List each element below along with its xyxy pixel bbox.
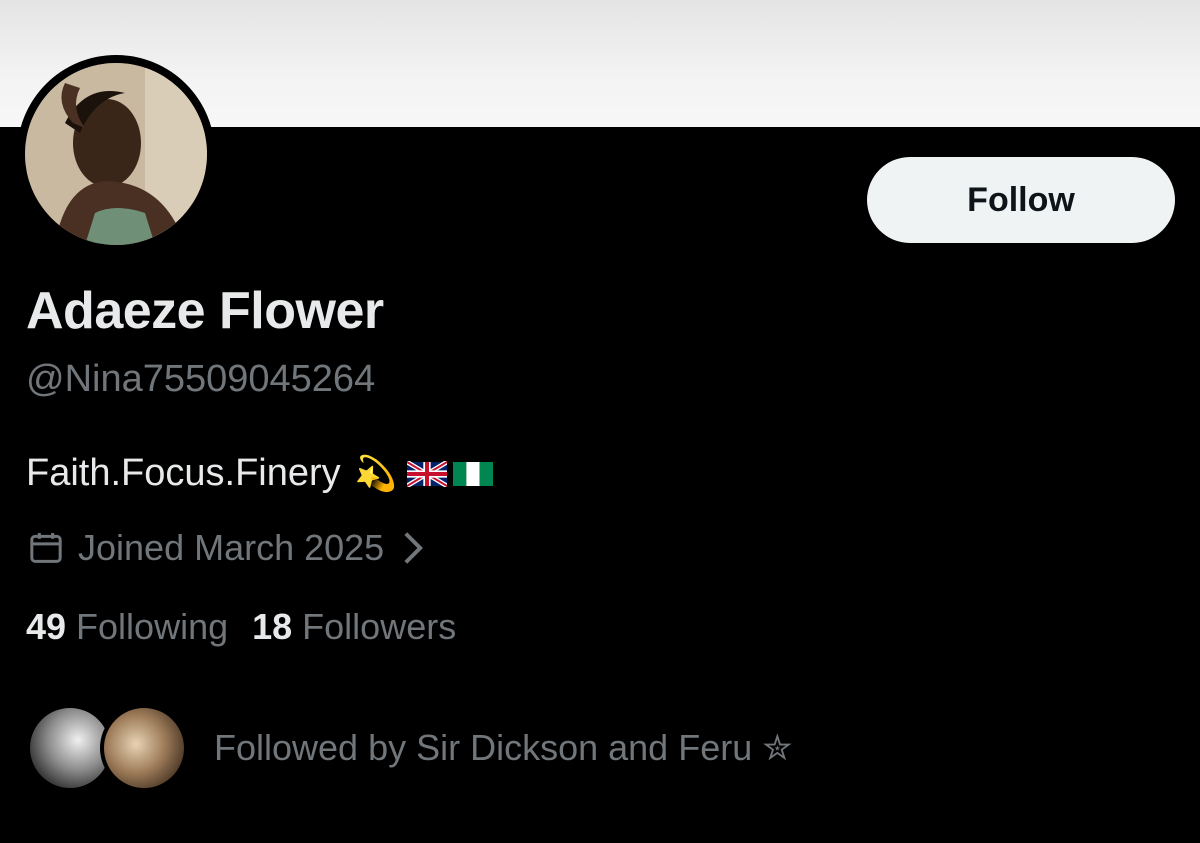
chevron-right-icon xyxy=(404,532,424,564)
following-count: 49 xyxy=(26,606,67,647)
profile-stats: 49 Following 18 Followers xyxy=(26,606,456,648)
avatar-photo xyxy=(25,63,207,245)
followed-by-row[interactable]: Followed by Sir Dickson and Feru ✮ xyxy=(26,700,792,796)
dizzy-emoji: 💫 xyxy=(354,453,397,494)
bio-flags xyxy=(407,460,493,487)
profile-bio: Faith.Focus.Finery 💫 xyxy=(26,452,493,495)
followers-label: Followers xyxy=(302,606,457,647)
follow-button[interactable]: Follow xyxy=(867,157,1175,243)
bio-text: Faith.Focus.Finery xyxy=(26,452,341,494)
profile-name: Adaeze Flower xyxy=(26,282,384,340)
calendar-icon xyxy=(30,533,62,563)
follower-avatar xyxy=(100,704,188,792)
followers-count: 18 xyxy=(252,606,293,647)
followed-by-text: Followed by Sir Dickson and Feru ✮ xyxy=(214,727,793,768)
joined-date-row[interactable]: Joined March 2025 xyxy=(26,527,424,569)
followers-link[interactable]: 18 Followers xyxy=(252,606,456,648)
nigeria-flag-icon xyxy=(453,461,493,486)
profile-avatar[interactable] xyxy=(17,55,215,253)
following-link[interactable]: 49 Following xyxy=(26,606,228,648)
profile-handle: @Nina75509045264 xyxy=(26,358,376,400)
joined-text: Joined March 2025 xyxy=(78,527,385,568)
following-label: Following xyxy=(76,606,229,647)
uk-flag-icon xyxy=(407,460,447,487)
